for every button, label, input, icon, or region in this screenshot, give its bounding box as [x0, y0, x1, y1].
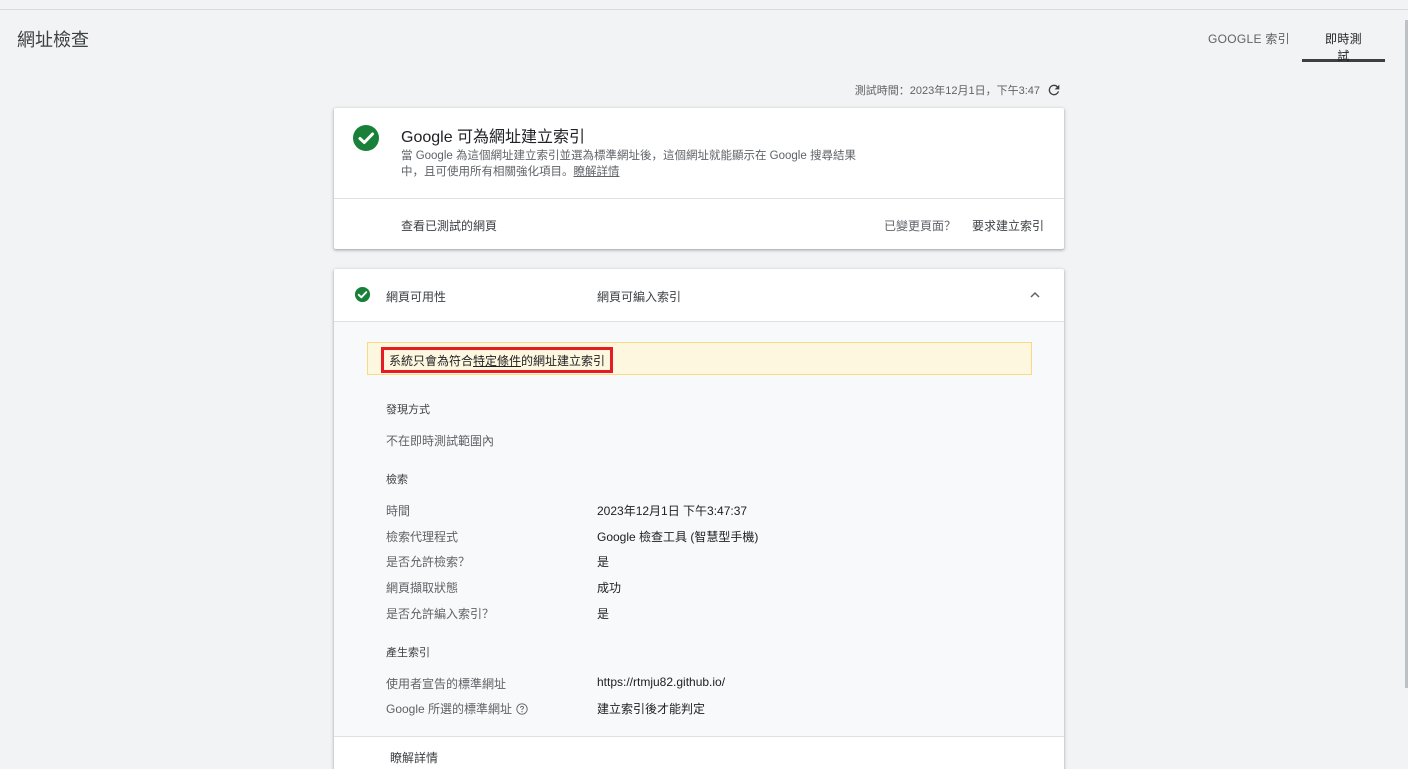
- crawler-label: 檢索代理程式: [386, 530, 459, 544]
- user-canonical-label: 使用者宣告的標準網址: [386, 677, 507, 691]
- tab-bar: GOOGLE 索引 即時測試: [1196, 20, 1385, 63]
- card-divider: [334, 198, 1064, 199]
- view-tested-page-button[interactable]: 查看已測試的網頁: [401, 217, 497, 234]
- summary-description-text: 當 Google 為這個網址建立索引並選為標準網址後，這個網址就能顯示在 Goo…: [401, 150, 856, 178]
- availability-label: 網頁可用性: [386, 290, 447, 304]
- user-canonical-value: https://rtmju82.github.io/: [597, 675, 726, 689]
- crawl-time-label: 時間: [386, 504, 411, 518]
- notice-prefix: 系統只會為符合: [389, 354, 474, 368]
- crawl-time-value: 2023年12月1日 下午3:47:37: [597, 504, 748, 518]
- success-check-icon: [354, 286, 371, 303]
- crawl-allowed-value: 是: [597, 555, 610, 569]
- summary-title: Google 可為網址建立索引: [401, 129, 586, 146]
- google-canonical-value: 建立索引後才能判定: [597, 702, 706, 716]
- test-time: 測試時間：2023年12月1日，下午3:47: [855, 82, 1062, 98]
- availability-value: 網頁可編入索引: [597, 290, 682, 304]
- availability-header[interactable]: 網頁可用性 網頁可編入索引: [334, 269, 1064, 322]
- fetch-status-label: 網頁擷取狀態: [386, 581, 459, 595]
- refresh-icon[interactable]: [1046, 82, 1062, 98]
- fetch-status-value: 成功: [597, 581, 622, 595]
- availability-card: 網頁可用性 網頁可編入索引 系統只會為符合特定條件的網址建立索引 發現方式 不在…: [334, 269, 1064, 769]
- indexing-notice: 系統只會為符合特定條件的網址建立索引: [367, 342, 1032, 375]
- page-changed-label: 已變更頁面？: [883, 219, 956, 233]
- tab-google-index[interactable]: GOOGLE 索引: [1196, 20, 1302, 62]
- specific-criteria-link[interactable]: 特定條件: [473, 354, 521, 368]
- top-divider: [0, 9, 1408, 10]
- highlighted-notice: 系統只會為符合特定條件的網址建立索引: [381, 347, 614, 373]
- request-indexing-button[interactable]: 要求建立索引: [972, 217, 1044, 234]
- help-icon[interactable]: [516, 702, 528, 715]
- card-divider: [334, 736, 1064, 737]
- indexing-title: 產生索引: [386, 647, 430, 659]
- summary-card: Google 可為網址建立索引 當 Google 為這個網址建立索引並選為標準網…: [334, 108, 1064, 249]
- learn-more-link[interactable]: 瞭解詳情: [574, 166, 620, 178]
- indexing-allowed-value: 是: [597, 607, 610, 621]
- availability-details: 系統只會為符合特定條件的網址建立索引 發現方式 不在即時測試範圍內 檢索 時間 …: [334, 322, 1064, 736]
- test-time-label: 測試時間：2023年12月1日，下午3:47: [854, 85, 1040, 97]
- summary-description: 當 Google 為這個網址建立索引並選為標準網址後，這個網址就能顯示在 Goo…: [401, 148, 871, 180]
- learn-more-button[interactable]: 瞭解詳情: [390, 749, 438, 766]
- indexing-allowed-label: 是否允許編入索引？: [386, 607, 495, 621]
- google-canonical-label: Google 所選的標準網址: [386, 702, 513, 716]
- google-canonical-row: Google 所選的標準網址: [386, 700, 528, 717]
- success-check-icon: [353, 125, 379, 151]
- crawler-value: Google 檢查工具 (智慧型手機): [597, 530, 759, 544]
- notice-suffix: 的網址建立索引: [521, 354, 606, 368]
- crawl-allowed-label: 是否允許檢索？: [386, 555, 471, 569]
- crawl-title: 檢索: [386, 474, 408, 486]
- page-title: 網址檢查: [17, 30, 89, 50]
- discovery-text: 不在即時測試範圍內: [386, 434, 495, 448]
- chevron-up-icon[interactable]: [1027, 287, 1043, 303]
- tab-live-test[interactable]: 即時測試: [1302, 20, 1385, 63]
- discovery-title: 發現方式: [386, 404, 430, 416]
